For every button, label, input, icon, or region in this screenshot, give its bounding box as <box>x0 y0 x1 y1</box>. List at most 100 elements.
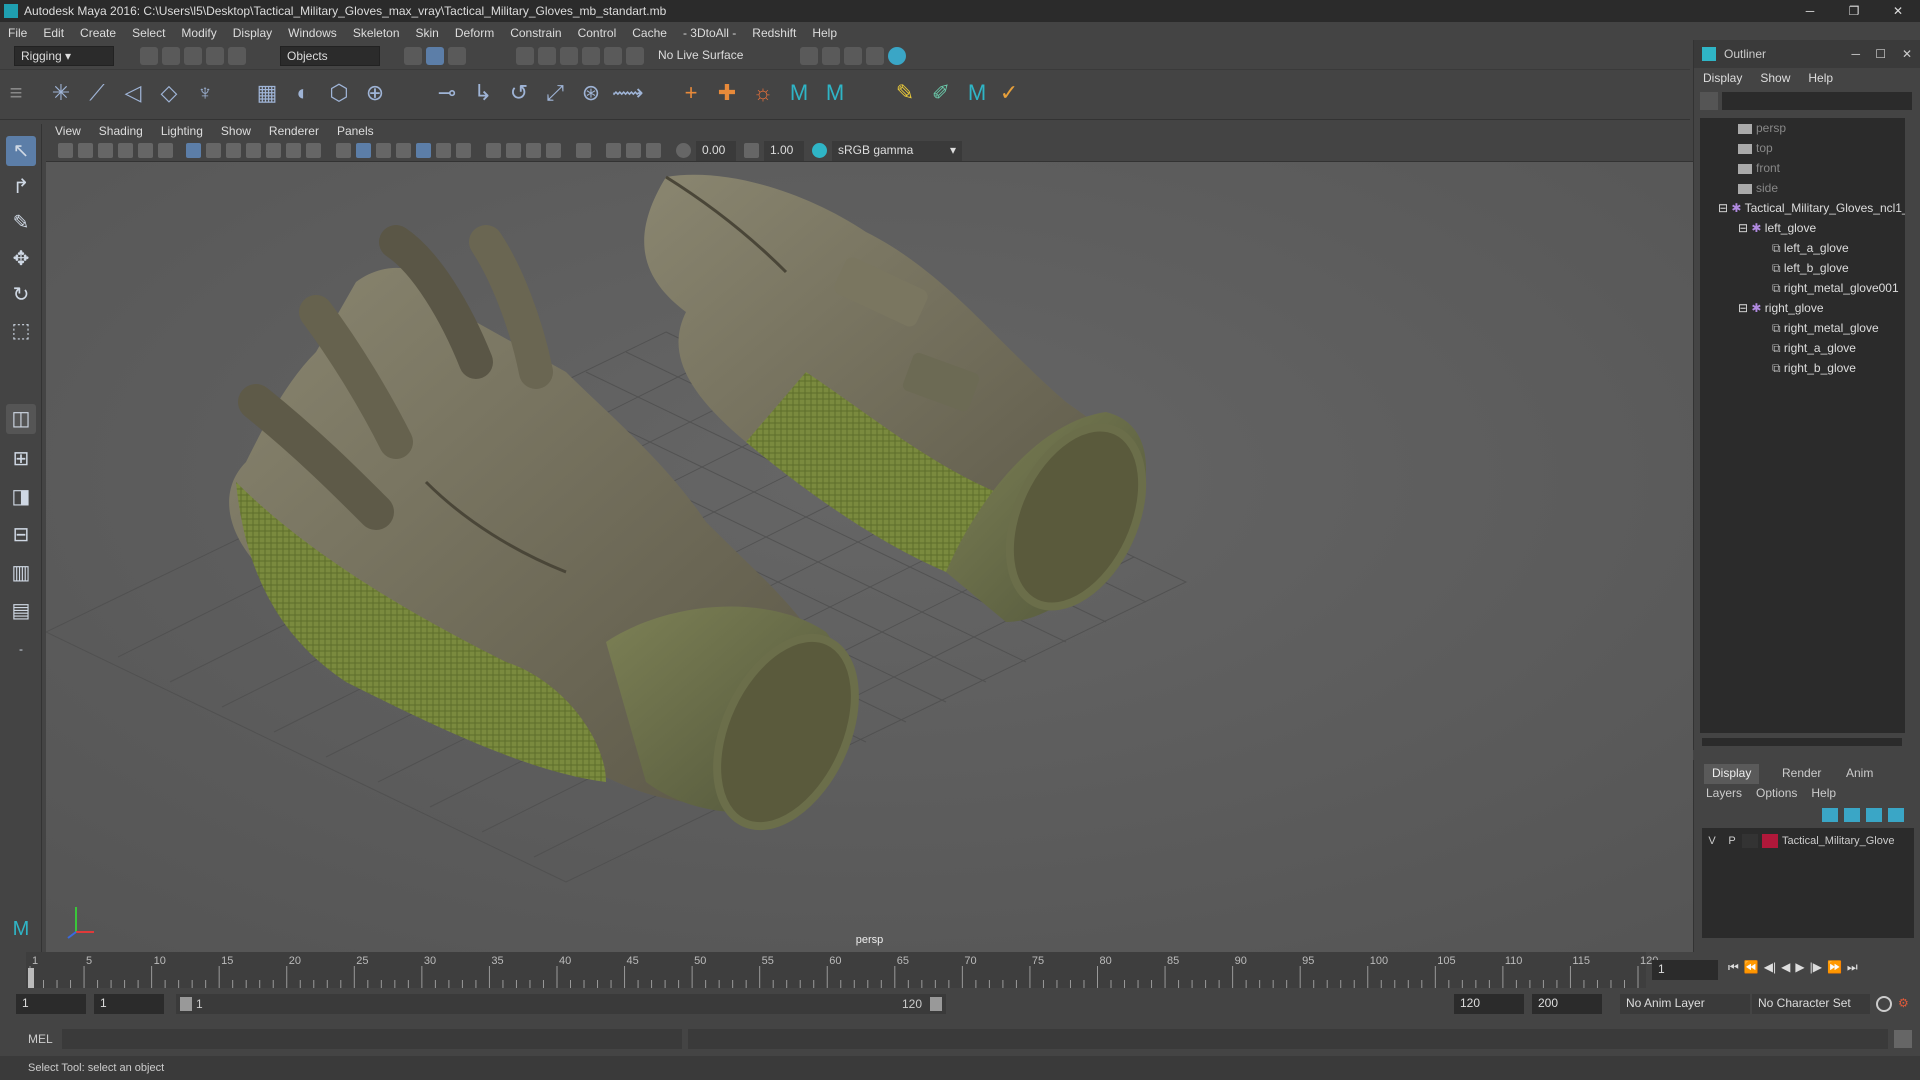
isolate-select-icon[interactable] <box>576 143 591 158</box>
persp-outliner-icon[interactable]: ▥ <box>6 558 36 588</box>
layer-menu-help[interactable]: Help <box>1811 786 1836 800</box>
bookmark-icon[interactable] <box>98 143 113 158</box>
layout-options-icon[interactable]: - <box>6 634 36 664</box>
outliner-tree[interactable]: persp top front side ⊟ ✱ Tactical_Milita… <box>1700 118 1905 733</box>
range-start-handle[interactable] <box>180 997 192 1011</box>
script-editor-icon[interactable] <box>1894 1030 1912 1048</box>
menu-skin[interactable]: Skin <box>408 26 447 40</box>
safe-action-icon[interactable] <box>286 143 301 158</box>
shelf-options-icon[interactable]: ≡ <box>8 78 24 108</box>
close-button[interactable]: ✕ <box>1876 0 1920 22</box>
move-tool-icon[interactable]: ✥ <box>6 244 36 274</box>
color-management-icon[interactable] <box>812 143 827 158</box>
single-pane-icon[interactable]: ◫ <box>6 404 36 434</box>
open-scene-icon[interactable] <box>162 47 180 65</box>
lattice-icon[interactable]: ⬡ <box>324 78 354 108</box>
camera-attributes-icon[interactable] <box>78 143 93 158</box>
ik-spline-icon[interactable]: ◁ <box>118 78 148 108</box>
outliner-item-persp[interactable]: persp <box>1738 118 1786 138</box>
scale-tool-icon[interactable]: ⬚ <box>6 316 36 346</box>
menu-cache[interactable]: Cache <box>624 26 675 40</box>
layer-menu-layers[interactable]: Layers <box>1706 786 1742 800</box>
redo-icon[interactable] <box>228 47 246 65</box>
layer-name[interactable]: Tactical_Military_Glove <box>1782 835 1894 847</box>
current-frame-field[interactable]: 1 <box>1652 960 1718 980</box>
persp-graph-icon[interactable]: ⊟ <box>6 520 36 550</box>
command-language-label[interactable]: MEL <box>28 1032 53 1046</box>
panel-menu-lighting[interactable]: Lighting <box>152 124 212 138</box>
rotate-tool-icon[interactable]: ↻ <box>6 280 36 310</box>
render-settings-icon[interactable] <box>866 47 884 65</box>
snap-view-icon[interactable] <box>582 47 600 65</box>
menu-constrain[interactable]: Constrain <box>502 26 569 40</box>
collapse-icon[interactable]: ⊟ <box>1738 221 1751 235</box>
outliner-menu-show[interactable]: Show <box>1751 71 1799 85</box>
menu-help[interactable]: Help <box>804 26 845 40</box>
outliner-menu-display[interactable]: Display <box>1694 71 1751 85</box>
outliner-item-left-glove[interactable]: ⊟ ✱ left_glove <box>1738 218 1816 238</box>
gamma-icon[interactable] <box>744 143 759 158</box>
panel-menu-view[interactable]: View <box>46 124 90 138</box>
snap-surface-icon[interactable] <box>604 47 622 65</box>
menu-file[interactable]: File <box>0 26 35 40</box>
range-slider[interactable]: 1 120 <box>176 994 946 1014</box>
paint-select-icon[interactable]: ✎ <box>6 208 36 238</box>
menu-set-dropdown[interactable]: Rigging ▾ <box>14 46 114 66</box>
layer-tab-render[interactable]: Render <box>1774 764 1829 784</box>
new-layer-icon[interactable] <box>1866 808 1882 822</box>
move-layer-up-icon[interactable] <box>1822 808 1838 822</box>
wireframe-icon[interactable] <box>336 143 351 158</box>
layer-color-swatch[interactable] <box>1762 834 1778 848</box>
anim-layer-dropdown[interactable]: No Anim Layer <box>1620 994 1750 1014</box>
layer-playback-toggle[interactable]: P <box>1722 835 1742 847</box>
lasso-tool-icon[interactable]: ↱ <box>6 172 36 202</box>
menu-redshift[interactable]: Redshift <box>744 26 804 40</box>
character-set-dropdown[interactable]: No Character Set <box>1752 994 1870 1014</box>
insert-joint-icon[interactable]: ◇ <box>154 78 184 108</box>
3dtoall-icon-1[interactable]: M <box>784 78 814 108</box>
outliner-item-right-metal-glove[interactable]: ⧉ right_metal_glove <box>1772 318 1879 338</box>
menu-select[interactable]: Select <box>124 26 173 40</box>
current-time-marker[interactable] <box>28 968 34 988</box>
auto-key-icon[interactable] <box>1876 996 1892 1012</box>
check-icon[interactable]: ✓ <box>994 78 1024 108</box>
motion-blur-icon[interactable] <box>506 143 521 158</box>
xray-components-icon[interactable] <box>646 143 661 158</box>
play-forwards-icon[interactable]: ▶ <box>1795 960 1804 975</box>
grease-pencil-icon[interactable] <box>158 143 173 158</box>
menu-windows[interactable]: Windows <box>280 26 345 40</box>
3dtoall-icon-3[interactable]: M <box>962 78 992 108</box>
character-icon[interactable]: ☼ <box>748 78 778 108</box>
2d-pan-icon[interactable] <box>138 143 153 158</box>
go-to-end-icon[interactable]: ⏭ <box>1847 960 1858 975</box>
depth-of-field-icon[interactable] <box>546 143 561 158</box>
perspective-viewport[interactable]: persp <box>46 162 1693 952</box>
go-to-start-icon[interactable]: ⏮ <box>1728 960 1739 975</box>
step-back-key-icon[interactable]: ⏪ <box>1744 960 1759 975</box>
paint-weights-icon[interactable]: ✎ <box>890 78 920 108</box>
animation-prefs-icon[interactable]: ⚙ <box>1898 996 1914 1012</box>
outliner-item-side[interactable]: side <box>1738 178 1778 198</box>
image-plane-icon[interactable] <box>118 143 133 158</box>
move-layer-down-icon[interactable] <box>1844 808 1860 822</box>
outliner-item-tactical-gloves[interactable]: ⊟ ✱ Tactical_Military_Gloves_ncl1_ <box>1718 198 1905 218</box>
outliner-item-left-a-glove[interactable]: ⧉ left_a_glove <box>1772 238 1849 258</box>
outliner-item-right-metal-glove001[interactable]: ⧉ right_metal_glove001 <box>1772 278 1899 298</box>
shadows-icon[interactable] <box>456 143 471 158</box>
panel-menu-shading[interactable]: Shading <box>90 124 152 138</box>
outliner-item-right-b-glove[interactable]: ⧉ right_b_glove <box>1772 358 1856 378</box>
outliner-close-icon[interactable]: ✕ <box>1902 47 1912 61</box>
select-by-object-icon[interactable] <box>426 47 444 65</box>
layer-menu-options[interactable]: Options <box>1756 786 1797 800</box>
smooth-shade-icon[interactable] <box>356 143 371 158</box>
layer-type-toggle[interactable] <box>1742 834 1758 848</box>
menu-display[interactable]: Display <box>225 26 280 40</box>
select-tool-icon[interactable]: ↖ <box>6 136 36 166</box>
time-slider[interactable]: 1 5 10 15 20 25 30 35 40 45 50 55 60 65 70 75 80 85 90 95 10… <box>0 952 1920 988</box>
outliner-maximize-icon[interactable]: ☐ <box>1875 47 1886 61</box>
outliner-menu-help[interactable]: Help <box>1799 71 1842 85</box>
select-by-hierarchy-icon[interactable] <box>404 47 422 65</box>
select-by-component-icon[interactable] <box>448 47 466 65</box>
aim-constraint-icon[interactable]: ↳ <box>468 78 498 108</box>
outliner-h-scrollbar[interactable] <box>1702 738 1902 746</box>
